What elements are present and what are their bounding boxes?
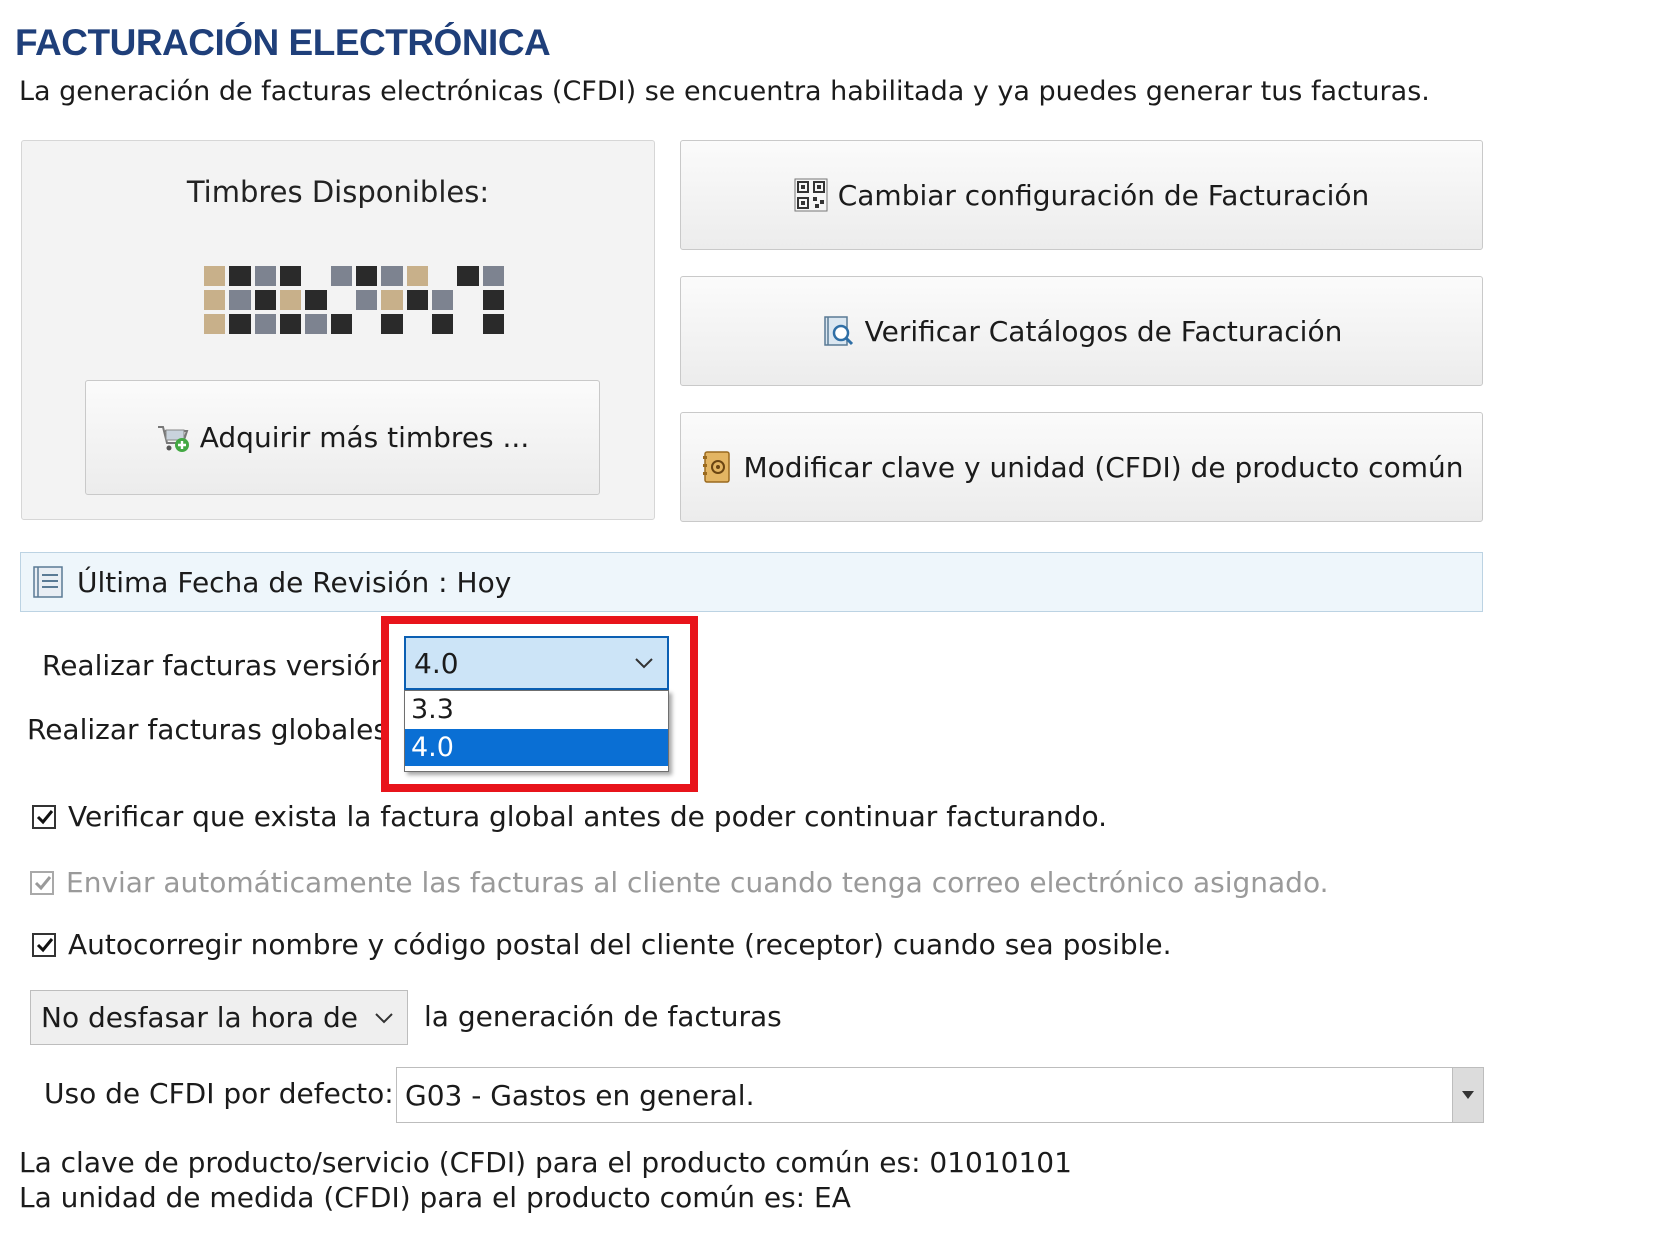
version-option-3-3[interactable]: 3.3	[405, 691, 668, 728]
stamps-label: Timbres Disponibles:	[186, 175, 490, 209]
version-select-value: 4.0	[414, 646, 459, 680]
version-option-4-0[interactable]: 4.0	[405, 729, 668, 766]
cfdi-use-dropdown-button[interactable]	[1452, 1068, 1483, 1122]
check-icon	[36, 809, 54, 824]
last-revision-bar: Última Fecha de Revisión : Hoy	[20, 552, 1483, 612]
version-select[interactable]: 4.0	[404, 636, 669, 690]
auto-send-invoices-label: Enviar automáticamente las facturas al c…	[66, 866, 1329, 899]
global-invoices-label: Realizar facturas globales	[27, 713, 388, 746]
chevron-down-icon	[635, 658, 653, 669]
stamps-count-redacted	[204, 266, 504, 334]
verify-catalogs-label: Verificar Catálogos de Facturación	[864, 314, 1343, 348]
cfdi-use-select[interactable]: G03 - Gastos en general.	[396, 1067, 1484, 1123]
last-revision-text: Última Fecha de Revisión : Hoy	[77, 565, 512, 599]
cfdi-use-value: G03 - Gastos en general.	[405, 1078, 755, 1112]
verify-global-invoice-label: Verificar que exista la factura global a…	[68, 800, 1108, 833]
change-billing-config-button[interactable]: Cambiar configuración de Facturación	[680, 140, 1483, 250]
cfdi-use-label: Uso de CFDI por defecto:	[44, 1077, 394, 1110]
autocorrect-client-checkbox-row[interactable]: Autocorregir nombre y código postal del …	[32, 928, 1172, 961]
modify-product-key-label: Modificar clave y unidad (CFDI) de produ…	[743, 450, 1464, 484]
modify-product-key-button[interactable]: Modificar clave y unidad (CFDI) de produ…	[680, 412, 1483, 522]
autocorrect-client-label: Autocorregir nombre y código postal del …	[68, 928, 1172, 961]
version-label: Realizar facturas versión	[42, 649, 389, 682]
time-shift-select[interactable]: No desfasar la hora de	[30, 990, 408, 1045]
product-key-info: La clave de producto/servicio (CFDI) par…	[19, 1146, 1072, 1179]
buy-stamps-label: Adquirir más timbres ...	[199, 421, 530, 454]
verify-catalogs-button[interactable]: Verificar Catálogos de Facturación	[680, 276, 1483, 386]
verify-global-invoice-checkbox-row[interactable]: Verificar que exista la factura global a…	[32, 800, 1107, 833]
triangle-down-icon	[1462, 1091, 1474, 1099]
time-shift-suffix: la generación de facturas	[424, 1000, 782, 1033]
buy-stamps-button[interactable]: Adquirir más timbres ...	[85, 380, 600, 495]
change-billing-config-label: Cambiar configuración de Facturación	[837, 178, 1370, 212]
auto-send-invoices-checkbox	[30, 870, 54, 895]
check-icon	[34, 875, 52, 890]
time-shift-value: No desfasar la hora de	[41, 1001, 359, 1034]
version-dropdown-list: 3.3 4.0	[404, 690, 669, 772]
qr-code-icon	[794, 178, 828, 212]
calendar-list-icon	[33, 566, 63, 598]
verify-global-invoice-checkbox[interactable]	[32, 804, 56, 829]
autocorrect-client-checkbox[interactable]	[32, 932, 56, 957]
unit-info: La unidad de medida (CFDI) para el produ…	[19, 1181, 851, 1214]
chevron-down-icon	[375, 1013, 393, 1024]
check-icon	[36, 937, 54, 952]
auto-send-invoices-checkbox-row: Enviar automáticamente las facturas al c…	[30, 866, 1329, 899]
cart-add-icon	[157, 425, 189, 452]
catalog-search-icon	[823, 316, 853, 346]
page-subtitle: La generación de facturas electrónicas (…	[19, 76, 1430, 107]
address-book-icon	[702, 451, 730, 483]
page-title: FACTURACIÓN ELECTRÓNICA	[15, 22, 551, 63]
